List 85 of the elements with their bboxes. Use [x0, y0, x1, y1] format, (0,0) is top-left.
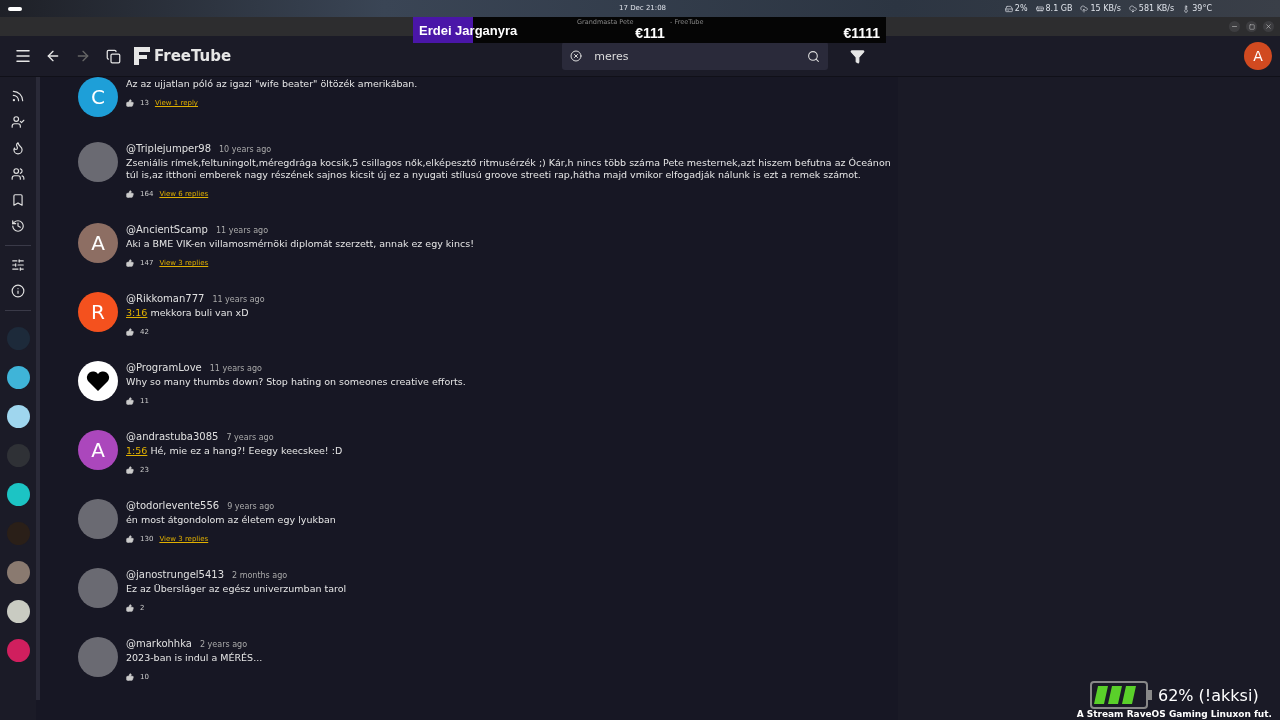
thumbs-up-icon [126, 466, 134, 474]
minimize-button[interactable] [1229, 21, 1240, 32]
thumbs-up-icon [126, 259, 134, 267]
comment-author[interactable]: @janostrungel5413 [126, 569, 224, 580]
comment-time: 2 months ago [232, 571, 288, 580]
thumbs-up-icon [126, 673, 134, 681]
popular-icon[interactable] [11, 167, 25, 181]
close-icon [1265, 23, 1272, 30]
thumbs-up-icon [126, 535, 134, 543]
heart-avatar-icon [78, 361, 118, 401]
saved-icon[interactable] [11, 193, 25, 207]
comment-time: 7 years ago [226, 433, 274, 442]
photo-placeholder [78, 142, 118, 182]
comment-author[interactable]: @Rikkoman777 [126, 293, 205, 304]
filter-icon [849, 48, 865, 64]
stream-caption: A Stream RaveOS Gaming Linuxon fut. [1076, 709, 1272, 719]
letter-avatar: A [78, 430, 118, 470]
comment-text: 3:16 mekkora buli van xD [126, 307, 250, 319]
comment-text: Ez az Übersláger az egész univerzumban tarol [126, 583, 347, 595]
letter-avatar: A [78, 223, 118, 263]
channel-avatar[interactable] [6, 600, 30, 623]
comment-author[interactable]: @ProgramLove [126, 362, 202, 373]
thumbs-up-icon [126, 190, 134, 198]
subscriptions-icon[interactable] [11, 89, 25, 103]
comment-author[interactable]: @todorlevente556 [126, 500, 220, 511]
trending-icon[interactable] [11, 141, 25, 155]
comment-time: 11 years ago [215, 226, 269, 235]
tray-indicator: 39°C [1182, 4, 1212, 13]
timestamp-link[interactable]: 3:16 [126, 307, 148, 318]
comment-author[interactable]: @AncientScamp [126, 224, 208, 235]
about-icon[interactable] [11, 284, 25, 298]
comment-author[interactable]: @markohhka [126, 638, 192, 649]
comment-author[interactable]: @Triplejumper98 [126, 143, 211, 154]
comment-text: én most átgondolom az életem egy lyukban [126, 514, 336, 526]
tray-indicator: 581 KB/s [1128, 4, 1175, 13]
comment-text: Why so many thumbs down? Stop hating on someones creative efforts. [126, 376, 466, 388]
photo-placeholder [78, 637, 118, 677]
tray-indicator: 15 KB/s [1080, 4, 1121, 13]
close-button[interactable] [1263, 21, 1274, 32]
logo-icon [134, 47, 150, 65]
battery-icon [1089, 681, 1154, 709]
restore-button[interactable] [1246, 21, 1257, 32]
letter-avatar: R [78, 292, 118, 332]
channel-avatar[interactable] [6, 405, 30, 428]
history-icon[interactable] [11, 219, 25, 233]
thumbs-up-icon [126, 397, 134, 405]
settings-icon[interactable] [11, 258, 25, 272]
search-bar[interactable]: meres [562, 42, 829, 70]
thumbs-up-icon [126, 99, 134, 107]
search-icon[interactable] [807, 49, 821, 63]
menu-icon [14, 47, 32, 65]
photo-placeholder [78, 499, 118, 539]
minimize-icon [1231, 23, 1238, 30]
channel-avatar[interactable] [6, 366, 30, 389]
comment-time: 11 years ago [212, 295, 265, 304]
profile-avatar[interactable]: A [1244, 42, 1272, 70]
copy-icon [105, 48, 121, 64]
thumbs-up-icon [126, 604, 134, 612]
search-input[interactable]: meres [592, 48, 798, 64]
battery-reading: 62% (!akksi) [1157, 685, 1259, 705]
donation-amount: €111 [635, 25, 665, 43]
logo-text: FreeTube [154, 47, 232, 65]
comment-time: 11 years ago [209, 364, 262, 373]
forward-arrow-icon [75, 48, 91, 64]
donation-amount: €1111 [843, 25, 880, 43]
thumbs-up-icon [126, 328, 134, 336]
channel-avatar[interactable] [6, 483, 30, 506]
tray-indicator: 2% [1004, 4, 1028, 13]
comment-text: 2023-ban is indul a MÉRÉS... [126, 652, 263, 664]
letter-avatar: C [78, 77, 118, 117]
comment-text: Az az ujjatlan póló az igazi "wife beater" öltözék amerikában. [126, 78, 418, 90]
tray-indicator: 8.1 GB [1035, 4, 1073, 13]
channels-icon[interactable] [11, 115, 25, 129]
clear-icon[interactable] [570, 50, 583, 62]
comment-time: 10 years ago [219, 145, 272, 154]
comment-time: 9 years ago [227, 502, 275, 511]
comment-author[interactable]: @andrastuba3085 [126, 431, 219, 442]
comment-text: 1:56 Hé, mie ez a hang?! Eeegy keecskee! :D [126, 445, 343, 457]
photo-placeholder [78, 568, 118, 608]
timestamp-link[interactable]: 1:56 [126, 445, 148, 456]
comment-time: 2 years ago [199, 640, 248, 649]
comment-text: Zseniális rímek,feltuningolt,méregdrága kocsik,5 csillagos nők,elképesztő ritmusérzék ;) Kár,h nincs több száma Pete mesternek,azt hiszem befutna az Óceánon túl is,az itthoni emberek nagy részének sajnos kicsit új ez a nyugati stílusú groove streeti rap,hátha majd vmikor elfogadják nálunk is ezt a remek számot. [126, 157, 892, 181]
workspace-indicator[interactable] [8, 6, 22, 11]
comment-text: Aki a BME VIK-en villamosmérnöki diplomát szerzett, annak ez egy kincs! [126, 238, 474, 250]
restore-icon [1248, 23, 1255, 30]
